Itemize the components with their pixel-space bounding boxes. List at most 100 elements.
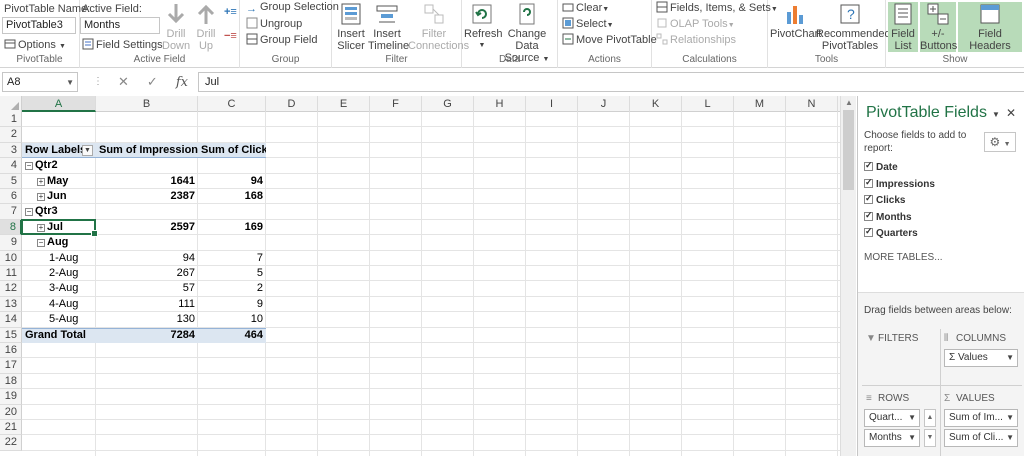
checkbox-checked-icon[interactable] (864, 210, 873, 221)
row-header-19[interactable]: 19 (0, 389, 22, 405)
pivot-impressions-cell[interactable]: 7284 (96, 328, 198, 343)
column-header-m[interactable]: M (734, 96, 786, 112)
insert-timeline-button[interactable]: Insert Timeline (368, 2, 409, 52)
pivot-row-label[interactable]: 2-Aug (22, 266, 96, 281)
collapse-field-button[interactable]: −≡ (224, 30, 237, 42)
close-icon[interactable]: ✕ (1006, 106, 1016, 120)
recommended-pivottables-button[interactable]: ? Recommended PivotTables (816, 2, 891, 52)
move-up-button[interactable]: ▲ (924, 409, 936, 427)
pivot-clicks-cell[interactable]: 10 (198, 312, 266, 327)
pivotchart-button[interactable]: PivotChart (770, 2, 821, 40)
scroll-up-icon[interactable]: ▲ (845, 98, 853, 107)
pivot-row-label[interactable]: − Aug (22, 235, 96, 250)
pivot-impressions-cell[interactable]: 130 (96, 312, 198, 327)
row-header-14[interactable]: 14 (0, 312, 22, 328)
pivot-clicks-cell[interactable]: 464 (198, 328, 266, 343)
row-header-17[interactable]: 17 (0, 358, 22, 374)
row-header-12[interactable]: 12 (0, 281, 22, 297)
rows-item-months[interactable]: Months ▼ (864, 429, 920, 447)
group-selection-button[interactable]: → Group Selection (246, 1, 339, 15)
pivot-impressions-cell[interactable]: 2387 (96, 189, 198, 204)
row-header-11[interactable]: 11 (0, 266, 22, 282)
values-item-impressions[interactable]: Sum of Im... ▼ (944, 409, 1018, 427)
relationships-button[interactable]: Relationships (656, 33, 736, 46)
pivot-row-label[interactable]: 3-Aug (22, 281, 96, 296)
name-box[interactable]: A8 ▼ (2, 72, 78, 92)
expand-field-button[interactable]: +≡ (224, 6, 237, 18)
formula-input[interactable]: Jul (198, 72, 1024, 92)
pivot-row-label[interactable]: + May (22, 174, 96, 189)
pivot-clicks-cell[interactable]: 2 (198, 281, 266, 296)
row-header-2[interactable]: 2 (0, 127, 22, 143)
filter-connections-button[interactable]: Filter Connections (408, 2, 469, 52)
clear-button[interactable]: Clear▼ (562, 1, 609, 14)
column-header-f[interactable]: F (370, 96, 422, 112)
pivot-row-label[interactable]: Grand Total (22, 328, 96, 343)
checkbox-checked-icon[interactable] (864, 193, 873, 204)
field-list-button[interactable]: Field List (888, 2, 918, 52)
pivot-row-label[interactable]: 5-Aug (22, 312, 96, 327)
row-header-7[interactable]: 7 (0, 204, 22, 220)
gear-icon[interactable]: ⚙ ▼ (984, 132, 1016, 152)
active-field-input[interactable]: Months (80, 17, 160, 34)
field-item-months[interactable]: Months (864, 210, 912, 223)
options-button[interactable]: Options ▼ (4, 38, 66, 51)
pivot-row-label[interactable]: − Qtr2 (22, 158, 96, 173)
pivot-impressions-cell[interactable] (96, 158, 198, 173)
move-pivottable-button[interactable]: Move PivotTable (562, 33, 657, 46)
group-field-button[interactable]: Group Field (246, 33, 317, 46)
vertical-scrollbar[interactable]: ▲ (840, 96, 856, 456)
ungroup-button[interactable]: Ungroup (246, 17, 302, 30)
values-item-clicks[interactable]: Sum of Cli... ▼ (944, 429, 1018, 447)
pivot-header-2[interactable]: Sum of Clicks (198, 143, 266, 158)
column-header-j[interactable]: J (578, 96, 630, 112)
field-item-impressions[interactable]: Impressions (864, 177, 935, 190)
field-headers-button[interactable]: Field Headers (958, 2, 1022, 52)
row-header-15[interactable]: 15 (0, 327, 22, 343)
drill-up-button[interactable]: Drill Up (192, 2, 220, 52)
pivot-impressions-cell[interactable]: 2597 (96, 220, 198, 235)
pivot-row-label[interactable]: 1-Aug (22, 251, 96, 266)
row-header-16[interactable]: 16 (0, 343, 22, 359)
pivot-clicks-cell[interactable] (198, 158, 266, 173)
plus-minus-buttons-button[interactable]: +/- Buttons (920, 2, 957, 52)
refresh-button[interactable]: Refresh ▼ (464, 2, 503, 52)
fields-items-sets-button[interactable]: Fields, Items, & Sets▼ (656, 1, 778, 14)
pivot-clicks-cell[interactable] (198, 235, 266, 250)
row-header-3[interactable]: 3 (0, 142, 22, 159)
insert-function-icon[interactable]: fx (176, 75, 188, 90)
pivot-impressions-cell[interactable]: 111 (96, 297, 198, 312)
panel-options-dropdown[interactable]: ▼ (992, 110, 1000, 119)
pivot-impressions-cell[interactable]: 94 (96, 251, 198, 266)
pivot-impressions-cell[interactable] (96, 235, 198, 250)
pivot-impressions-cell[interactable]: 267 (96, 266, 198, 281)
cancel-icon[interactable]: ✕ (118, 74, 129, 89)
select-button[interactable]: Select▼ (562, 17, 614, 30)
move-down-button[interactable]: ▼ (924, 429, 936, 447)
checkbox-checked-icon[interactable] (864, 177, 873, 188)
collapse-icon[interactable]: − (25, 162, 33, 171)
column-header-d[interactable]: D (266, 96, 318, 112)
pivot-row-label[interactable]: − Qtr3 (22, 204, 96, 219)
row-header-8[interactable]: 8 (0, 219, 22, 236)
column-header-g[interactable]: G (422, 96, 474, 112)
expand-icon[interactable]: + (37, 193, 45, 201)
pivottable-name-input[interactable]: PivotTable3 (2, 17, 76, 34)
column-header-c[interactable]: C (198, 96, 266, 112)
collapse-icon[interactable]: − (25, 208, 33, 217)
checkbox-checked-icon[interactable] (864, 160, 873, 171)
row-labels-filter-button[interactable]: ▼ (82, 144, 93, 156)
column-header-l[interactable]: L (682, 96, 734, 112)
row-header-1[interactable]: 1 (0, 112, 22, 128)
collapse-icon[interactable]: − (37, 239, 45, 248)
pivot-clicks-cell[interactable]: 168 (198, 189, 266, 204)
pivot-clicks-cell[interactable]: 7 (198, 251, 266, 266)
row-header-5[interactable]: 5 (0, 173, 22, 189)
scrollbar-thumb[interactable] (843, 110, 854, 190)
pivot-clicks-cell[interactable]: 94 (198, 174, 266, 189)
row-header-4[interactable]: 4 (0, 158, 22, 174)
olap-tools-button[interactable]: OLAP Tools▼ (656, 17, 735, 30)
pivot-row-label[interactable]: 4-Aug (22, 297, 96, 312)
column-header-n[interactable]: N (786, 96, 838, 112)
row-header-21[interactable]: 21 (0, 420, 22, 436)
